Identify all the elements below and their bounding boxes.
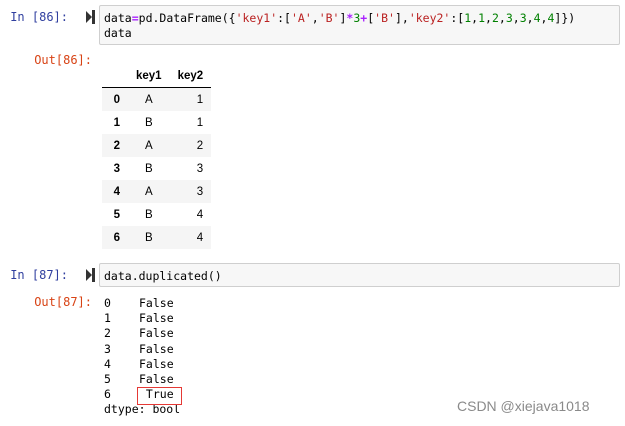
code-token: 'B' xyxy=(374,11,395,25)
column-header-key2: key2 xyxy=(169,64,212,88)
cell-key1: A xyxy=(144,93,153,106)
code-token: 'B' xyxy=(318,11,340,25)
cell-key2: 4 xyxy=(196,231,204,244)
out-prompt-86: Out[86]: xyxy=(34,53,92,67)
series-row: 1 False xyxy=(104,311,180,326)
series-row: 5 False xyxy=(104,372,180,387)
code-token: 1 xyxy=(478,11,486,25)
table-row: 4 A 3 xyxy=(102,180,212,203)
code-token: , xyxy=(512,11,520,25)
cell-key1: B xyxy=(144,116,153,129)
code-token: 4 xyxy=(533,11,541,25)
code-line-1: data=pd.DataFrame({'key1':['A','B']*3+['… xyxy=(104,10,575,26)
bar-icon xyxy=(92,10,95,24)
code-token: 3 xyxy=(519,11,527,25)
code-token: :[ xyxy=(277,11,291,25)
table-row: 0 A 1 xyxy=(102,87,212,111)
code-token: pd.DataFrame({ xyxy=(138,11,236,25)
code-token: , xyxy=(485,11,492,25)
row-index: 0 xyxy=(113,93,120,106)
series-row: 3 False xyxy=(104,342,180,357)
cell-key1: A xyxy=(144,139,153,152)
cell-key1: A xyxy=(144,185,153,198)
code-token: data xyxy=(104,11,132,25)
row-index: 2 xyxy=(113,139,120,152)
bar-icon xyxy=(92,268,95,282)
cell-key2: 1 xyxy=(196,93,204,106)
series-index: 2 xyxy=(104,326,111,341)
code-cell-input-86[interactable]: data=pd.DataFrame({'key1':['A','B']*3+['… xyxy=(99,5,620,45)
highlight-box xyxy=(137,387,182,405)
code-token: ], xyxy=(394,11,409,25)
series-index: 3 xyxy=(104,341,111,356)
cell-key1: B xyxy=(144,162,153,175)
cell-key2: 3 xyxy=(196,185,204,198)
series-value: False xyxy=(139,341,174,356)
series-index: 4 xyxy=(104,356,111,371)
run-marker-87[interactable] xyxy=(86,268,98,282)
cell-key2: 4 xyxy=(196,208,204,221)
row-index: 4 xyxy=(113,185,120,198)
table-row: 3 B 3 xyxy=(102,157,211,180)
table-header-row: key1 key2 xyxy=(102,64,212,88)
cell-key1: B xyxy=(144,208,153,221)
series-row: 4 False xyxy=(104,357,180,372)
code-token: , xyxy=(498,11,506,25)
cell-key2: 1 xyxy=(196,116,204,129)
table-row: 1 B 1 xyxy=(102,111,211,134)
code-token: , xyxy=(311,11,319,25)
series-row: 2 False xyxy=(104,326,180,341)
series-row: 0 False xyxy=(104,296,180,311)
in-prompt-86: In [86]: xyxy=(10,10,68,24)
code-token: 'key1' xyxy=(235,11,278,25)
row-index: 1 xyxy=(113,116,120,129)
out-prompt-87: Out[87]: xyxy=(34,295,92,309)
cell-key1: B xyxy=(144,231,153,244)
index-header xyxy=(102,64,128,88)
table-row: 2 A 2 xyxy=(102,134,212,157)
code-token: 'key2' xyxy=(408,11,451,25)
dataframe-table: key1 key2 0 A 1 1 B 1 2 A 2 3 B 3 4 A 3 5 B 4 6 B 4 xyxy=(102,64,212,249)
code-token: 'A' xyxy=(290,11,312,25)
table-row: 5 B 4 xyxy=(102,203,211,226)
series-value: False xyxy=(139,296,174,310)
code-line-1: data.duplicated() xyxy=(104,269,222,283)
code-token: , xyxy=(526,11,534,25)
in-prompt-87: In [87]: xyxy=(10,268,68,282)
series-index: 6 xyxy=(104,387,111,402)
series-index: 1 xyxy=(104,311,111,326)
code-token: = xyxy=(131,11,139,25)
cell-key2: 2 xyxy=(196,139,204,152)
code-token: ]}) xyxy=(554,11,576,25)
cell-key2: 3 xyxy=(196,162,204,175)
code-token: :[ xyxy=(450,11,465,25)
watermark: CSDN @xiejava1018 xyxy=(457,398,590,414)
series-value: False xyxy=(139,372,174,387)
dataframe-output: key1 key2 0 A 1 1 B 1 2 A 2 3 B 3 4 A 3 5 B 4 6 B 4 xyxy=(102,64,212,249)
series-index: 0 xyxy=(104,296,111,310)
code-token: 2 xyxy=(491,11,499,25)
row-index: 5 xyxy=(113,208,120,221)
series-value: False xyxy=(139,326,174,341)
series-value: False xyxy=(139,356,174,371)
code-cell-input-87[interactable]: data.duplicated() xyxy=(99,263,620,287)
row-index: 3 xyxy=(113,162,120,175)
code-line-2: data xyxy=(104,26,132,40)
row-index: 6 xyxy=(113,231,120,244)
series-value: False xyxy=(139,311,174,326)
run-marker-86[interactable] xyxy=(86,10,98,24)
code-token: 3 xyxy=(505,11,513,25)
column-header-key1: key1 xyxy=(128,64,170,88)
table-row: 6 B 4 xyxy=(102,226,212,249)
series-index: 5 xyxy=(104,372,111,387)
